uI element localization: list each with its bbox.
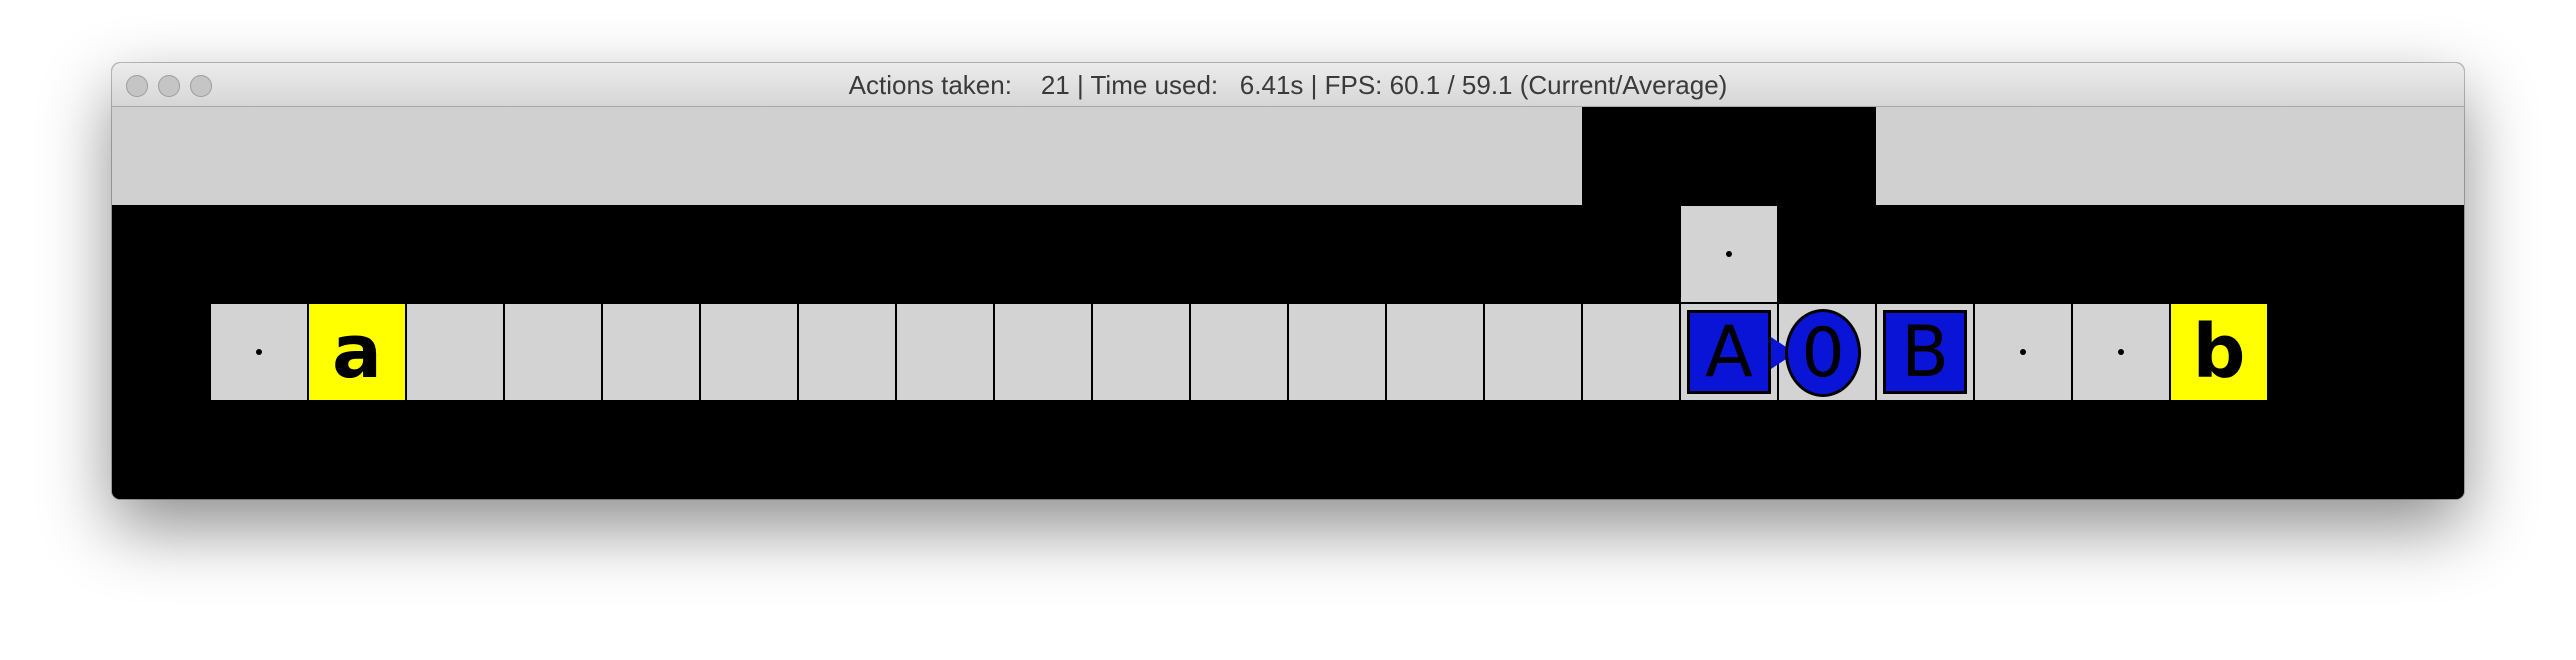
cell-label: a <box>332 309 382 395</box>
game-window: Actions taken: 21 | Time used: 6.41s | F… <box>112 63 2464 499</box>
upper-floor-band-left <box>112 107 1582 205</box>
floor-cell-above <box>1680 205 1778 303</box>
box-cell-B: B <box>1876 303 1974 401</box>
cell-label: B <box>1900 311 1950 393</box>
box-cell-A: A <box>1680 303 1778 401</box>
dot-marker <box>2118 349 2124 355</box>
floor-cell <box>700 303 798 401</box>
floor-cell-dot <box>210 303 308 401</box>
floor-cell <box>1484 303 1582 401</box>
goal-cell-a: a <box>308 303 406 401</box>
cell-label: A <box>1705 311 1753 393</box>
cell-label: b <box>2192 309 2246 395</box>
dot-marker <box>256 349 262 355</box>
floor-cell <box>798 303 896 401</box>
floor-cell-dot <box>1974 303 2072 401</box>
agent-0: 0 <box>1785 309 1861 397</box>
floor-cell <box>1092 303 1190 401</box>
floor-cell <box>406 303 504 401</box>
dot-marker <box>2020 349 2026 355</box>
floor-cell <box>1288 303 1386 401</box>
game-canvas[interactable]: a A0Bb <box>112 107 2464 499</box>
floor-cell <box>1386 303 1484 401</box>
agent-cell: 0 <box>1771 303 1876 401</box>
title-bar: Actions taken: 21 | Time used: 6.41s | F… <box>112 63 2464 107</box>
floor-cell-dot <box>2072 303 2170 401</box>
upper-floor-band-right <box>1876 107 2464 205</box>
goal-cell-b: b <box>2170 303 2268 401</box>
box-A: A <box>1687 310 1771 394</box>
floor-cell <box>1190 303 1288 401</box>
cell-label: 0 <box>1801 313 1845 393</box>
floor-cell <box>1582 303 1680 401</box>
dot-marker <box>1726 251 1732 257</box>
floor-cell <box>896 303 994 401</box>
box-B: B <box>1883 310 1967 394</box>
status-title: Actions taken: 21 | Time used: 6.41s | F… <box>848 70 1728 100</box>
floor-cell <box>994 303 1092 401</box>
floor-cell <box>602 303 700 401</box>
floor-cell <box>504 303 602 401</box>
